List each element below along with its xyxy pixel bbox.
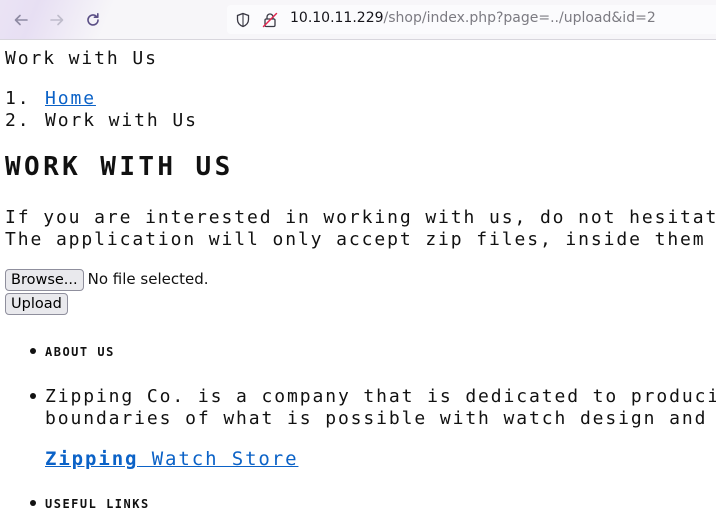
- useful-links-heading: USEFUL LINKS: [45, 497, 150, 511]
- back-button[interactable]: [9, 8, 33, 32]
- page-content: Work with Us 1. Home 2. Work with Us WORK …: [0, 40, 716, 511]
- reload-button[interactable]: [81, 8, 105, 32]
- intro-line: If you are interested in working with us…: [5, 207, 716, 228]
- address-bar[interactable]: 10.10.11.229/shop/index.php?page=../uplo…: [227, 5, 716, 34]
- page-heading: WORK WITH US: [5, 152, 234, 182]
- intro-paragraph: If you are interested in working with us…: [5, 207, 716, 251]
- bullet: [30, 393, 36, 399]
- about-heading: ABOUT US: [45, 345, 115, 359]
- breadcrumb-item-current: 2. Work with Us: [5, 110, 198, 132]
- store-link[interactable]: Zipping Watch Store: [45, 448, 298, 470]
- breadcrumb-number: 2.: [5, 110, 31, 131]
- url-path: /shop/index.php?page=../upload&id=2: [383, 10, 656, 26]
- bullet: [30, 500, 36, 506]
- breadcrumb: 1. Home 2. Work with Us: [5, 88, 198, 132]
- browse-button[interactable]: Browse...: [5, 269, 84, 291]
- url-text[interactable]: 10.10.11.229/shop/index.php?page=../uplo…: [290, 10, 656, 26]
- back-arrow-icon: [14, 14, 28, 26]
- about-line: boundaries of what is possible with watc…: [45, 408, 716, 429]
- upload-row: Upload: [5, 293, 68, 315]
- document-title: Work with Us: [5, 48, 158, 69]
- file-status: No file selected.: [87, 270, 209, 288]
- breadcrumb-item-home: 1. Home: [5, 88, 198, 110]
- bullet: [30, 348, 36, 354]
- intro-line: The application will only accept zip fil…: [5, 229, 716, 250]
- forward-button[interactable]: [45, 8, 69, 32]
- insecure-lock-icon[interactable]: [262, 12, 278, 28]
- about-paragraph: Zipping Co. is a company that is dedicat…: [45, 386, 716, 430]
- breadcrumb-number: 1.: [5, 88, 31, 109]
- store-link-rest: Watch Store: [138, 448, 299, 470]
- about-line: Zipping Co. is a company that is dedicat…: [45, 386, 716, 407]
- browser-toolbar: 10.10.11.229/shop/index.php?page=../uplo…: [0, 0, 716, 40]
- forward-arrow-icon: [50, 14, 64, 26]
- reload-icon: [87, 13, 99, 26]
- url-host: 10.10.11.229: [290, 10, 384, 26]
- file-input: Browse... No file selected.: [5, 269, 209, 291]
- tracking-shield-icon[interactable]: [235, 12, 251, 28]
- store-link-bold: Zipping: [45, 448, 139, 470]
- upload-button[interactable]: Upload: [5, 293, 68, 315]
- breadcrumb-current-label: Work with Us: [45, 110, 198, 131]
- breadcrumb-link-home[interactable]: Home: [45, 88, 96, 109]
